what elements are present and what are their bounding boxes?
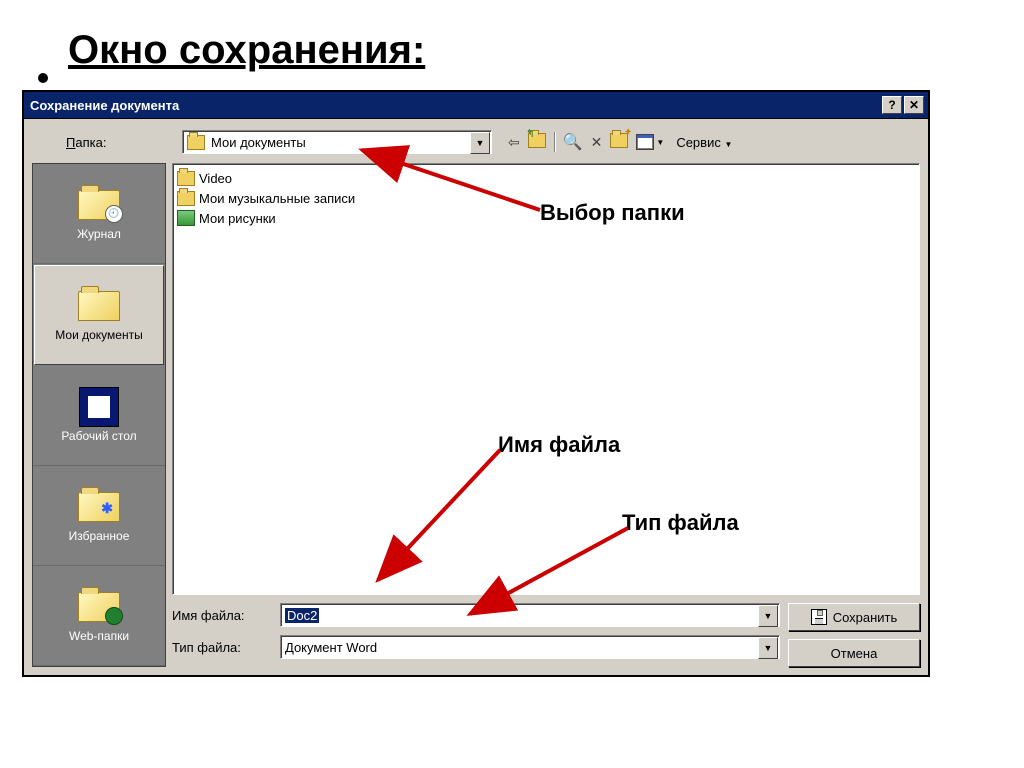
filename-input[interactable]: Doc2 ▼ xyxy=(280,603,780,627)
cancel-button-label: Отмена xyxy=(831,646,878,661)
sidebar-item-mydocs[interactable]: Мои документы xyxy=(34,265,164,365)
folder-icon xyxy=(177,191,195,206)
back-icon[interactable]: ⇦ xyxy=(508,134,520,151)
annotation-filetype: Тип файла xyxy=(622,510,739,536)
annotation-filename: Имя файла xyxy=(498,432,620,458)
filename-label: Имя файла: xyxy=(172,608,280,623)
sidebar-item-desktop[interactable]: Рабочий стол xyxy=(33,366,165,466)
folder-combo[interactable]: Мои документы ▼ xyxy=(182,130,492,154)
sidebar-item-label: Рабочий стол xyxy=(61,429,136,443)
folder-web-icon xyxy=(78,592,120,622)
filetype-select[interactable]: Документ Word ▼ xyxy=(280,635,780,659)
list-item[interactable]: Video xyxy=(177,168,915,188)
slide-title-row: Окно сохранения: xyxy=(0,0,1024,73)
picture-folder-icon xyxy=(177,210,195,226)
help-button[interactable]: ? xyxy=(882,96,902,114)
folder-label: Папка: xyxy=(66,135,176,150)
titlebar-text: Сохранение документа xyxy=(30,98,179,113)
search-web-icon[interactable]: 🔍 xyxy=(563,132,583,152)
folder-icon xyxy=(187,135,205,150)
floppy-icon xyxy=(811,609,827,625)
delete-icon[interactable]: ✕ xyxy=(591,134,603,151)
bullet-icon xyxy=(38,73,48,83)
up-folder-icon[interactable]: ↰ xyxy=(528,133,546,151)
folder-mydocs-icon xyxy=(78,291,120,321)
save-button[interactable]: Сохранить xyxy=(788,603,920,631)
file-list[interactable]: Video Мои музыкальные записи Мои рисунки xyxy=(172,163,920,595)
folder-icon xyxy=(177,171,195,186)
item-label: Video xyxy=(199,171,232,186)
folder-history-icon: 🕘 xyxy=(78,190,120,220)
cancel-button[interactable]: Отмена xyxy=(788,639,920,667)
sidebar-item-label: Избранное xyxy=(69,529,130,543)
sidebar-item-label: Web-папки xyxy=(69,629,129,643)
titlebar: Сохранение документа ? ✕ xyxy=(24,92,928,119)
tools-menu[interactable]: Сервис ▼ xyxy=(676,135,732,150)
item-label: Мои музыкальные записи xyxy=(199,191,355,206)
close-button[interactable]: ✕ xyxy=(904,96,924,114)
sidebar-item-label: Мои документы xyxy=(55,328,142,342)
sidebar-item-history[interactable]: 🕘 Журнал xyxy=(33,164,165,264)
chevron-down-icon[interactable]: ▼ xyxy=(758,637,778,659)
chevron-down-icon[interactable]: ▼ xyxy=(758,605,778,627)
views-icon[interactable]: ▼ xyxy=(636,134,664,150)
slide-title: Окно сохранения: xyxy=(68,28,425,73)
chevron-down-icon[interactable]: ▼ xyxy=(470,132,490,154)
sidebar-item-label: Журнал xyxy=(77,227,121,241)
save-button-label: Сохранить xyxy=(833,610,898,625)
sidebar-item-favorites[interactable]: ✱ Избранное xyxy=(33,466,165,566)
item-label: Мои рисунки xyxy=(199,211,276,226)
folder-favorites-icon: ✱ xyxy=(78,492,120,522)
desktop-icon xyxy=(79,387,119,427)
filetype-value: Документ Word xyxy=(285,640,377,655)
toolbar-icons: ⇦ ↰ 🔍 ✕ ✦ ▼ Сервис ▼ xyxy=(508,132,732,152)
folder-combo-value: Мои документы xyxy=(211,135,306,150)
places-sidebar: 🕘 Журнал Мои документы Рабочий стол ✱ Из… xyxy=(32,163,166,667)
toprow: Папка: Мои документы ▼ ⇦ ↰ 🔍 ✕ ✦ xyxy=(32,127,920,157)
filetype-label: Тип файла: xyxy=(172,640,280,655)
new-folder-icon[interactable]: ✦ xyxy=(610,133,628,151)
annotation-folder-select: Выбор папки xyxy=(540,200,685,226)
sidebar-item-webfolders[interactable]: Web-папки xyxy=(33,566,165,666)
save-dialog: Сохранение документа ? ✕ Папка: Мои доку… xyxy=(22,90,930,677)
filename-value: Doc2 xyxy=(285,608,319,623)
